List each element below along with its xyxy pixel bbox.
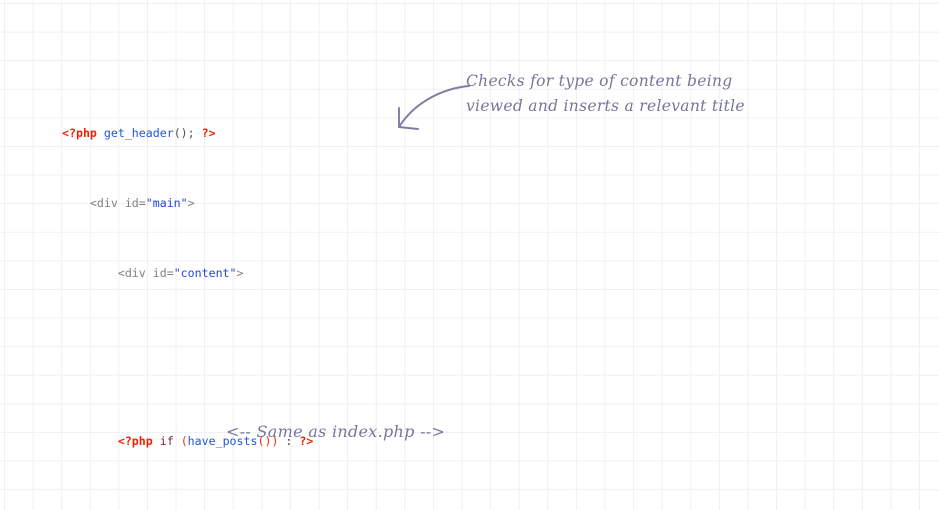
php-close-tag: ?> — [201, 126, 216, 140]
handwritten-note-footer: <-- Same as index.php --> — [226, 422, 446, 441]
php-code-listing: <?php get_header(); ?> <div id="main"> <… — [62, 70, 922, 510]
code-screenshot-canvas: <?php get_header(); ?> <div id="main"> <… — [0, 0, 939, 510]
curved-arrow-icon — [398, 85, 470, 130]
handwritten-note-title-line1: Checks for type of content being — [466, 72, 733, 90]
code-line: <?php if (have_posts()) : ?> — [117, 434, 314, 448]
handwritten-note-title-line2: viewed and inserts a relevant title — [466, 97, 745, 115]
code-line: <div id="content"> — [62, 266, 244, 280]
php-open-tag: <?php — [62, 126, 97, 140]
code-line: <div id="main"> — [62, 196, 195, 210]
handwritten-note-title: Checks for type of content being viewed … — [466, 69, 796, 119]
code-line: <?php get_header(); ?> — [62, 126, 216, 140]
